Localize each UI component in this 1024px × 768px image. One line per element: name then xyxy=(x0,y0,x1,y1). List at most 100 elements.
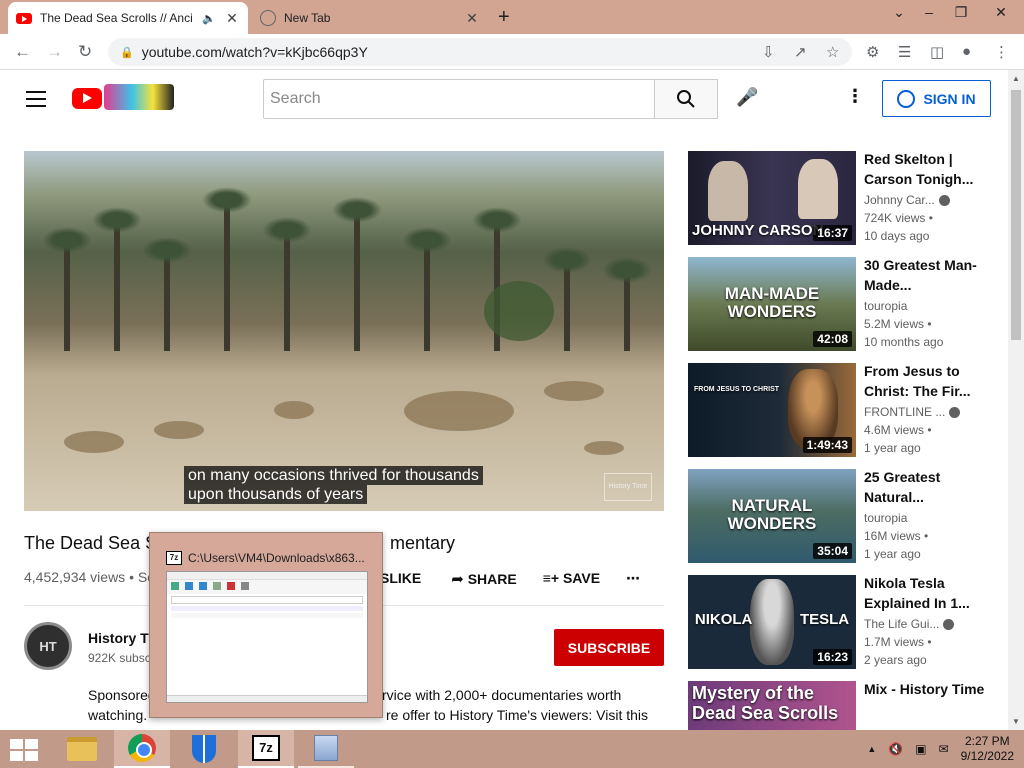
scroll-up-arrow-icon[interactable]: ▲ xyxy=(1012,74,1020,83)
bookmark-star-icon[interactable]: ☆ xyxy=(826,43,839,61)
defender-taskbar-button[interactable] xyxy=(176,730,232,768)
close-window-button[interactable]: ✕ xyxy=(986,4,1016,21)
search-button[interactable] xyxy=(654,79,718,119)
recommendation-item[interactable]: JOHNNY CARSON 16:37 Red Skelton | Carson… xyxy=(688,151,988,247)
recommendation-title[interactable]: From Jesus to Christ: The Fir... xyxy=(864,361,988,401)
close-tab-icon[interactable]: ✕ xyxy=(224,10,240,27)
new-tab-button[interactable]: + xyxy=(498,6,510,29)
action-center-icon[interactable]: ✉ xyxy=(939,742,949,756)
video-thumbnail[interactable]: NIKOLA TESLA 16:23 xyxy=(688,575,856,669)
video-thumbnail[interactable]: NATURAL WONDERS 35:04 xyxy=(688,469,856,563)
reload-icon[interactable]: ↻ xyxy=(78,42,92,62)
share-icon[interactable]: ↗ xyxy=(794,43,807,61)
7zip-taskbar-button[interactable]: 7z xyxy=(238,730,294,768)
recommendation-title[interactable]: Red Skelton | Carson Tonigh... xyxy=(864,149,988,189)
scroll-down-arrow-icon[interactable]: ▼ xyxy=(1012,717,1020,726)
recommendation-title[interactable]: Mix - History Time xyxy=(864,681,988,699)
youtube-doodle-logo[interactable] xyxy=(104,84,174,110)
channel-avatar[interactable]: HT xyxy=(24,622,72,670)
thumbnail-text: NATURAL WONDERS xyxy=(727,496,817,533)
network-icon[interactable]: ▣ xyxy=(915,742,926,756)
speaker-icon[interactable]: 🔈 xyxy=(202,12,216,25)
restore-button[interactable]: ❐ xyxy=(946,4,976,21)
install-icon[interactable]: ⇩ xyxy=(762,43,775,61)
video-caption: on many occasions thrived for thousands … xyxy=(184,466,483,504)
channel-name[interactable]: touropia xyxy=(864,297,988,315)
shield-icon xyxy=(192,735,216,763)
view-count: 4,452,934 views • Se xyxy=(24,569,155,585)
tab-search-chevron-down-icon[interactable]: ⌄ xyxy=(884,4,914,21)
share-arrow-icon: ➦ xyxy=(451,571,464,588)
chrome-taskbar-button[interactable] xyxy=(114,730,170,768)
thumbnail-text: FROM JESUS TO CHRIST xyxy=(694,386,780,393)
tab-title: New Tab xyxy=(284,11,331,25)
forward-arrow-icon[interactable]: → xyxy=(46,42,63,62)
verified-check-icon xyxy=(949,407,961,419)
show-hidden-icons-chevron-up-icon[interactable]: ▲ xyxy=(867,744,876,754)
windows-start-icon[interactable] xyxy=(10,739,38,761)
video-title-end: mentary xyxy=(390,533,456,553)
taskbar-window-preview[interactable]: 7z C:\Users\VM4\Downloads\x863... xyxy=(149,532,383,718)
channel-name[interactable]: touropia xyxy=(864,509,988,527)
recommendation-item[interactable]: FROM JESUS TO CHRIST 1:49:43 From Jesus … xyxy=(688,363,988,459)
hamburger-menu-icon[interactable] xyxy=(26,91,46,112)
channel-name[interactable]: Johnny Car... xyxy=(864,193,935,207)
recommendation-title[interactable]: 25 Greatest Natural... xyxy=(864,467,988,507)
video-thumbnail[interactable]: Mystery of the Dead Sea Scrolls xyxy=(688,681,856,730)
dislike-button[interactable]: SLIKE xyxy=(380,570,421,588)
side-panel-icon[interactable]: ◫ xyxy=(930,43,944,61)
chrome-menu-icon[interactable]: ⋮ xyxy=(994,43,1009,61)
video-title-start: The Dead Sea S xyxy=(24,533,158,553)
minimize-button[interactable]: – xyxy=(914,4,944,20)
duration-badge: 35:04 xyxy=(813,543,852,559)
scrollbar-thumb[interactable] xyxy=(1011,90,1021,340)
sign-in-button[interactable]: SIGN IN xyxy=(882,80,991,117)
recommendation-item[interactable]: MAN-MADE WONDERS 42:08 30 Greatest Man-M… xyxy=(688,257,988,353)
recommendation-item[interactable]: NATURAL WONDERS 35:04 25 Greatest Natura… xyxy=(688,469,988,565)
installer-taskbar-button[interactable] xyxy=(298,730,354,768)
window-thumbnail[interactable] xyxy=(166,571,368,703)
recommendation-title[interactable]: Nikola Tesla Explained In 1... xyxy=(864,573,988,613)
media-queue-icon[interactable]: ☰ xyxy=(898,43,911,61)
recommendation-item[interactable]: NIKOLA TESLA 16:23 Nikola Tesla Explaine… xyxy=(688,575,988,671)
save-button[interactable]: ≡+ SAVE xyxy=(543,570,600,588)
package-icon xyxy=(314,735,338,761)
description-text: re offer to History Time's viewers: Visi… xyxy=(386,707,649,723)
subscribe-button[interactable]: SUBSCRIBE xyxy=(554,629,664,666)
microphone-icon[interactable]: 🎤 xyxy=(736,87,758,108)
taskbar-clock[interactable]: 2:27 PM 9/12/2022 xyxy=(961,734,1014,764)
tab-new-tab[interactable]: New Tab ✕ xyxy=(252,2,488,34)
channel-watermark[interactable]: History Time xyxy=(604,473,652,501)
upload-age: 1 year ago xyxy=(864,441,921,455)
view-count: 5.2M views • xyxy=(864,317,932,331)
video-player[interactable]: on many occasions thrived for thousands … xyxy=(24,151,664,511)
tab-title: The Dead Sea Scrolls // Anci xyxy=(40,11,193,25)
search-input[interactable]: Search xyxy=(263,79,655,119)
duration-badge: 42:08 xyxy=(813,331,852,347)
settings-more-icon[interactable]: ⋮ xyxy=(846,86,864,107)
close-tab-icon[interactable]: ✕ xyxy=(464,10,480,27)
playlist-add-icon: ≡+ xyxy=(542,570,560,586)
extensions-icon[interactable]: ⚙ xyxy=(866,43,879,61)
tab-youtube[interactable]: The Dead Sea Scrolls // Anci 🔈 ✕ xyxy=(8,2,248,34)
more-actions-icon[interactable]: ⋯ xyxy=(626,570,640,588)
video-thumbnail[interactable]: MAN-MADE WONDERS 42:08 xyxy=(688,257,856,351)
lock-icon[interactable]: 🔒 xyxy=(120,46,134,59)
recommendation-title[interactable]: 30 Greatest Man-Made... xyxy=(864,255,988,295)
thumbnail-text: Mystery of the Dead Sea Scrolls xyxy=(692,683,839,723)
video-thumbnail[interactable]: JOHNNY CARSON 16:37 xyxy=(688,151,856,245)
share-button[interactable]: ➦ SHARE xyxy=(451,570,516,588)
address-bar[interactable]: 🔒 youtube.com/watch?v=kKjbc66qp3Y xyxy=(108,38,852,66)
page-scrollbar[interactable]: ▲ ▼ xyxy=(1008,70,1024,730)
profile-icon[interactable]: ● xyxy=(962,43,971,60)
file-explorer-taskbar-button[interactable] xyxy=(54,730,110,768)
channel-name[interactable]: The Life Gui... xyxy=(864,617,939,631)
youtube-logo-icon[interactable] xyxy=(72,88,102,109)
recommendation-item[interactable]: Mystery of the Dead Sea Scrolls Mix - Hi… xyxy=(688,681,988,730)
clock-date: 9/12/2022 xyxy=(960,749,1014,763)
save-label: SAVE xyxy=(562,570,601,586)
video-thumbnail[interactable]: FROM JESUS TO CHRIST 1:49:43 xyxy=(688,363,856,457)
channel-name[interactable]: FRONTLINE ... xyxy=(864,405,945,419)
back-arrow-icon[interactable]: ← xyxy=(14,42,31,62)
volume-muted-icon[interactable]: 🔇 xyxy=(888,742,903,756)
